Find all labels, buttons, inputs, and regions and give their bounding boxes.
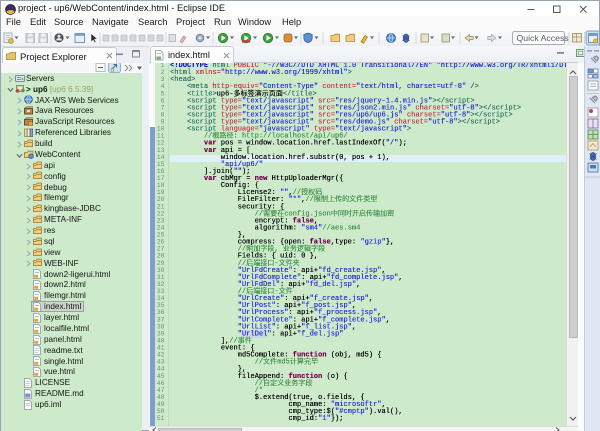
svg-text:Quick Access: Quick Access [517,33,570,43]
